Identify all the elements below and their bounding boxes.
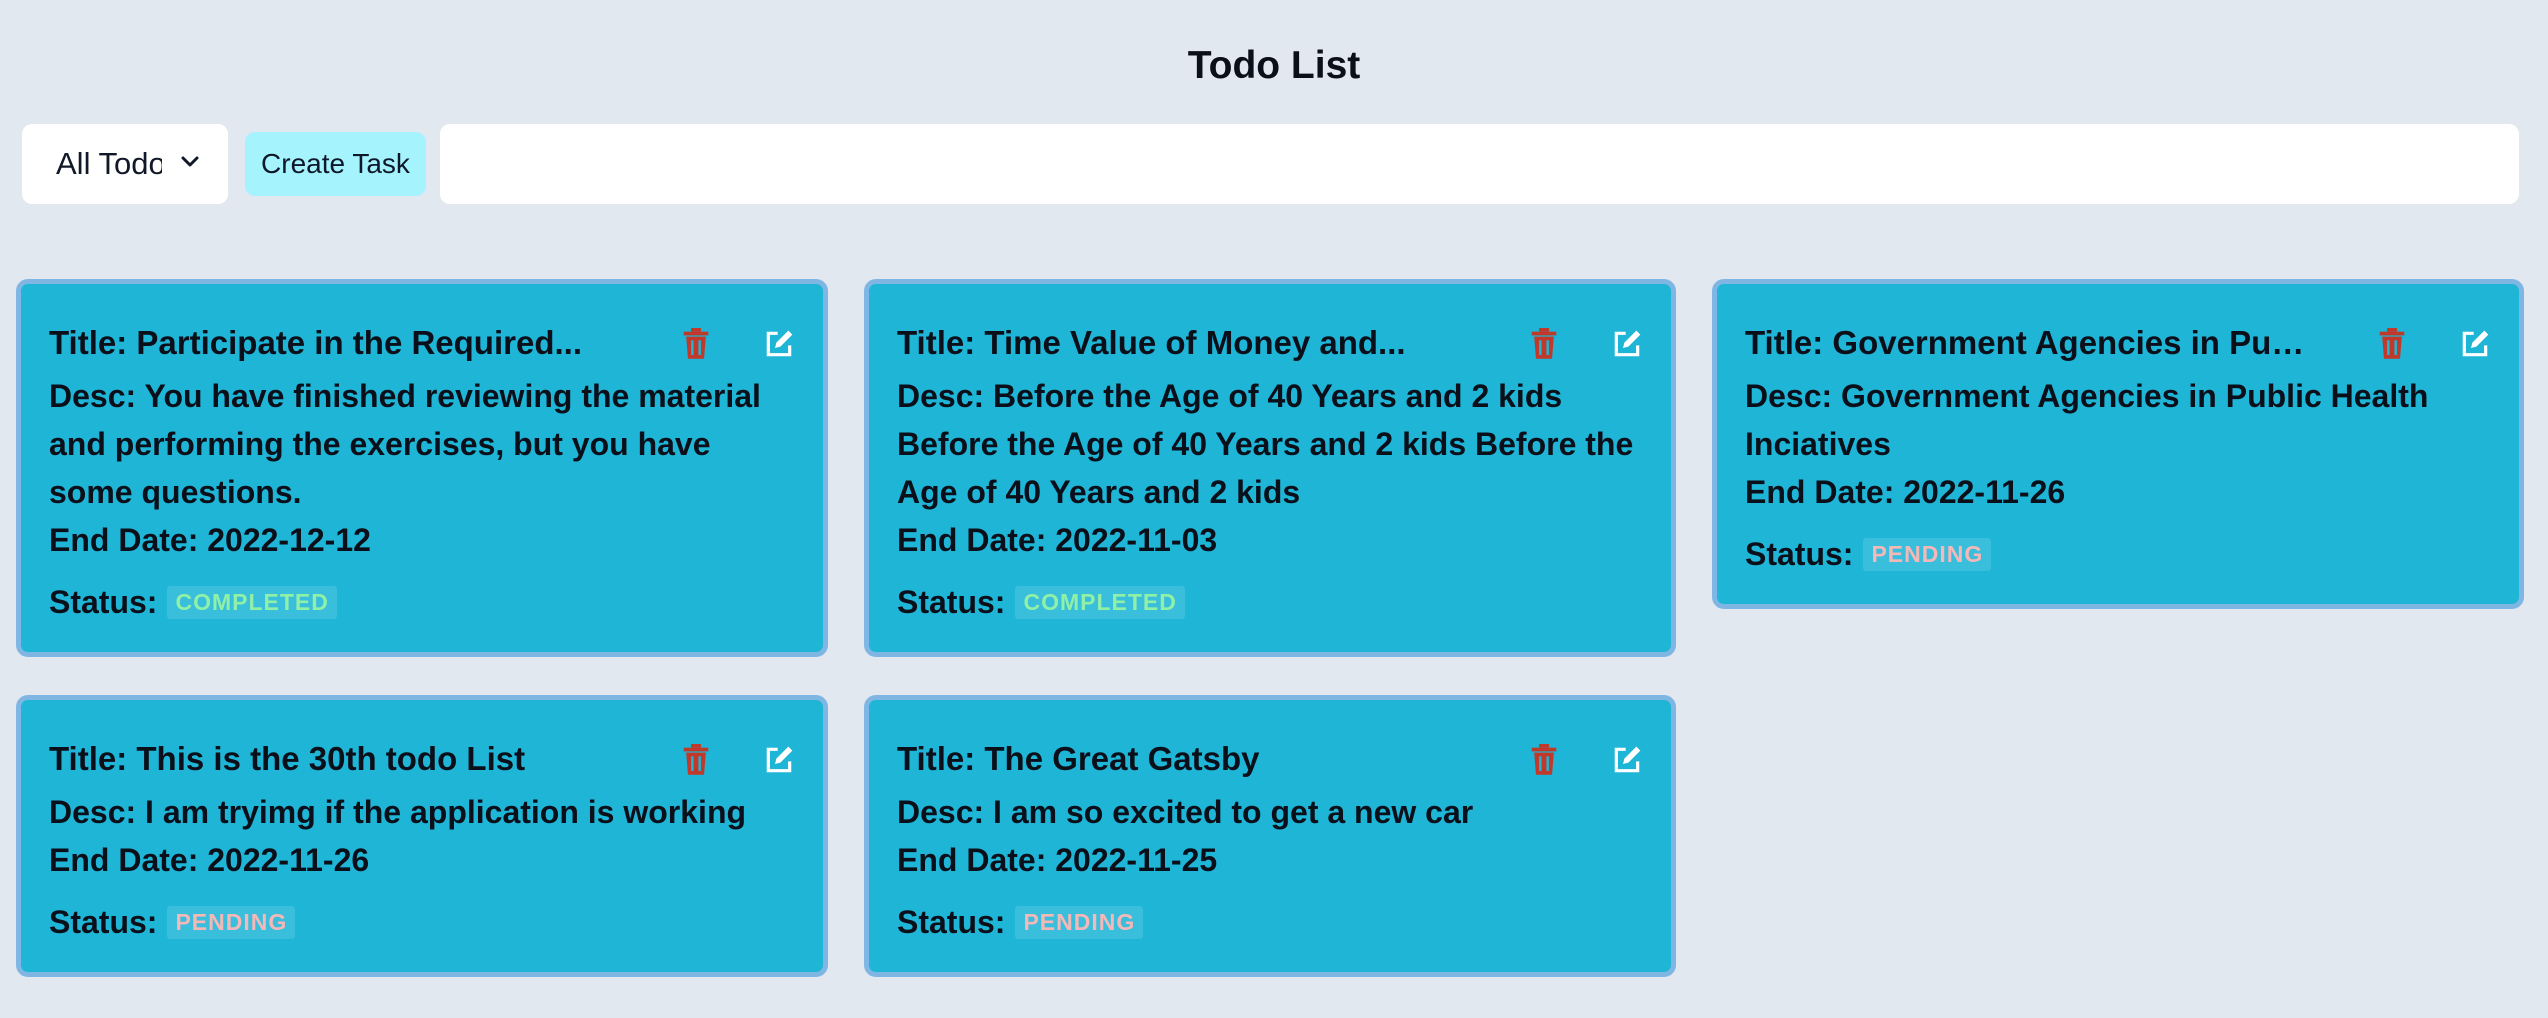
todo-card: Title: Government Agencies in Publi... D… <box>1712 279 2524 609</box>
todo-end-date: End Date: 2022-12-12 <box>49 522 371 558</box>
search-input[interactable] <box>440 124 2519 204</box>
todo-card: Title: Participate in the Required... De… <box>16 279 828 657</box>
todo-status-row: Status: COMPLETED <box>897 578 1643 626</box>
status-label: Status: <box>897 903 1006 940</box>
todo-title: Title: Time Value of Money and... <box>897 324 1406 361</box>
status-badge: PENDING <box>1863 537 1992 571</box>
todo-card-header: Title: Government Agencies in Publi... <box>1745 320 2491 366</box>
status-label: Status: <box>49 903 158 940</box>
todo-end-date: End Date: 2022-11-25 <box>897 842 1218 878</box>
chevron-down-icon <box>181 156 199 167</box>
filter-select-value: All Todos <box>56 146 162 181</box>
todo-status-row: Status: COMPLETED <box>49 578 795 626</box>
edit-icon[interactable] <box>763 328 795 360</box>
edit-icon[interactable] <box>2459 328 2491 360</box>
trash-icon[interactable] <box>1529 744 1559 776</box>
trash-icon[interactable] <box>2377 328 2407 360</box>
status-label: Status: <box>49 583 158 620</box>
todo-app: Todo List All Todos Create Task Title: P… <box>0 0 2548 1018</box>
status-badge: PENDING <box>1015 905 1144 939</box>
todo-title: Title: Government Agencies in Publi... <box>1745 324 2305 361</box>
status-label: Status: <box>897 583 1006 620</box>
todo-card: Title: The Great Gatsby Desc: I am so ex… <box>864 695 1676 977</box>
todo-description: Desc: I am tryimg if the application is … <box>49 794 747 830</box>
trash-icon[interactable] <box>1529 328 1559 360</box>
filter-select[interactable]: All Todos <box>22 124 228 204</box>
todo-status-row: Status: PENDING <box>49 898 795 946</box>
edit-icon[interactable] <box>1611 328 1643 360</box>
todo-card-header: Title: This is the 30th todo List <box>49 736 795 782</box>
todo-status-row: Status: PENDING <box>897 898 1643 946</box>
todo-title: Title: The Great Gatsby <box>897 740 1260 777</box>
todo-description: Desc: You have finished reviewing the ma… <box>49 378 761 510</box>
todo-title: Title: This is the 30th todo List <box>49 740 526 777</box>
todo-end-date: End Date: 2022-11-03 <box>897 522 1218 558</box>
edit-icon[interactable] <box>763 744 795 776</box>
status-badge: PENDING <box>167 905 296 939</box>
todo-status-row: Status: PENDING <box>1745 530 2491 578</box>
todo-card-header: Title: Participate in the Required... <box>49 320 795 366</box>
edit-icon[interactable] <box>1611 744 1643 776</box>
status-badge: COMPLETED <box>1015 585 1185 619</box>
trash-icon[interactable] <box>681 328 711 360</box>
todo-card: Title: This is the 30th todo List Desc: … <box>16 695 828 977</box>
todo-title: Title: Participate in the Required... <box>49 324 582 361</box>
status-badge: COMPLETED <box>167 585 337 619</box>
todo-end-date: End Date: 2022-11-26 <box>1745 474 2066 510</box>
page-title: Todo List <box>1187 44 1361 87</box>
todo-card: Title: Time Value of Money and... Desc: … <box>864 279 1676 657</box>
todo-description: Desc: Before the Age of 40 Years and 2 k… <box>897 378 1634 510</box>
todo-card-header: Title: Time Value of Money and... <box>897 320 1643 366</box>
todo-card-header: Title: The Great Gatsby <box>897 736 1643 782</box>
create-task-button[interactable]: Create Task <box>245 132 426 196</box>
todo-end-date: End Date: 2022-11-26 <box>49 842 370 878</box>
trash-icon[interactable] <box>681 744 711 776</box>
toolbar: All Todos Create Task <box>22 124 2519 204</box>
todo-description: Desc: I am so excited to get a new car <box>897 794 1474 830</box>
status-label: Status: <box>1745 535 1854 572</box>
todo-description: Desc: Government Agencies in Public Heal… <box>1745 378 2429 462</box>
